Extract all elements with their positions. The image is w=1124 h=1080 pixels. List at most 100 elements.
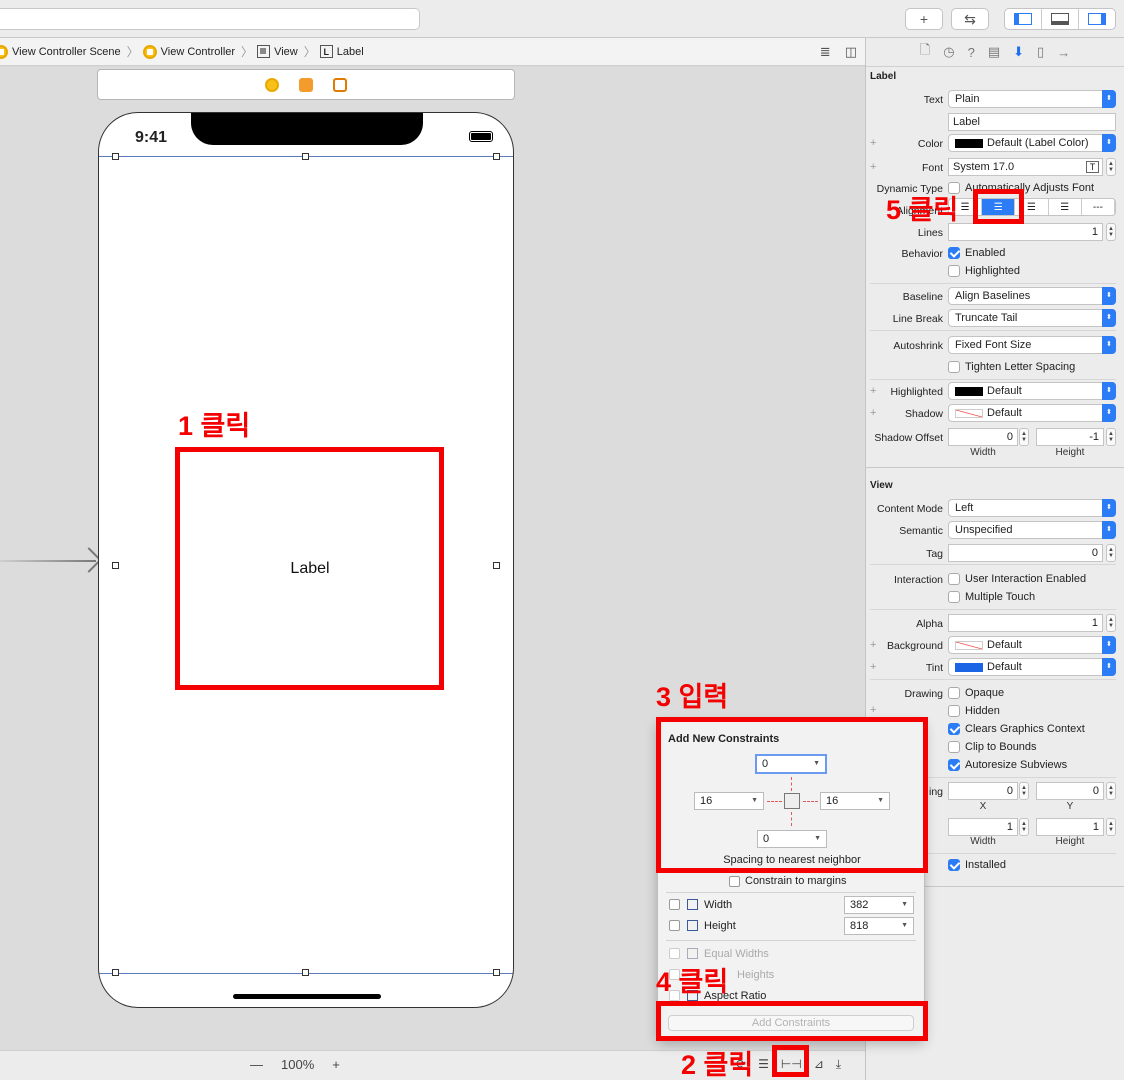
navigator-toggle-button[interactable]	[1005, 9, 1042, 29]
equal-widths-checkbox[interactable]	[669, 948, 680, 959]
entry-point-arrow[interactable]	[0, 560, 96, 562]
exit-icon[interactable]	[333, 77, 347, 92]
tag-stepper[interactable]: ▲ ▼	[1106, 544, 1116, 562]
resize-handle[interactable]	[112, 153, 119, 160]
resize-handle[interactable]	[493, 153, 500, 160]
resolve-issues-icon[interactable]: ⊿	[814, 1057, 824, 1072]
popup-value: Fixed Font Size	[955, 339, 1032, 351]
plus-icon[interactable]: +	[870, 704, 876, 716]
shadow-height-field[interactable]: -1	[1036, 428, 1104, 446]
multiple-touch-checkbox[interactable]	[948, 591, 960, 603]
font-label: Font	[921, 162, 943, 174]
shadow-height-stepper[interactable]: ▲ ▼	[1106, 428, 1116, 446]
align-justified-icon[interactable]: ☰	[1049, 199, 1082, 215]
font-picker-icon[interactable]: T	[1086, 161, 1099, 173]
resize-handle[interactable]	[112, 969, 119, 976]
alpha-field[interactable]: 1	[948, 614, 1103, 632]
stretch-height-stepper[interactable]: ▲ ▼	[1106, 818, 1116, 836]
breadcrumb-view-controller[interactable]: View Controller 〉	[142, 43, 253, 60]
font-value: System 17.0	[953, 161, 1015, 173]
alpha-stepper[interactable]: ▲ ▼	[1106, 614, 1116, 632]
text-type-popup[interactable]: Plain ⬍	[948, 90, 1116, 108]
autoshrink-popup[interactable]: Fixed Font Size ⬍	[948, 336, 1116, 354]
annotation-box-step5	[973, 189, 1024, 224]
stretch-x-stepper[interactable]: ▲ ▼	[1019, 782, 1029, 800]
inspector-toggle-button[interactable]	[1079, 9, 1115, 29]
enabled-checkbox[interactable]	[948, 247, 960, 259]
autoresize-checkbox[interactable]	[948, 759, 960, 771]
annotation-step5: 5 클릭	[886, 195, 959, 225]
color-swatch	[955, 386, 983, 396]
installed-label: Installed	[965, 859, 1006, 871]
shadow-width-stepper[interactable]: ▲ ▼	[1019, 428, 1029, 446]
line-break-label: Line Break	[892, 313, 943, 325]
resize-handle[interactable]	[493, 562, 500, 569]
stretch-width-stepper[interactable]: ▲ ▼	[1019, 818, 1029, 836]
hidden-checkbox[interactable]	[948, 705, 960, 717]
lines-stepper[interactable]: ▲ ▼	[1106, 223, 1116, 241]
line-break-popup[interactable]: Truncate Tail ⬍	[948, 309, 1116, 327]
breadcrumb-label: View Controller	[160, 45, 236, 58]
opaque-checkbox[interactable]	[948, 687, 960, 699]
debug-area-toggle-button[interactable]	[1042, 9, 1079, 29]
stretch-y-stepper[interactable]: ▲ ▼	[1106, 782, 1116, 800]
font-size-stepper[interactable]: ▲ ▼	[1106, 158, 1116, 176]
resize-handle[interactable]	[302, 153, 309, 160]
stretch-height-field[interactable]: 1	[1036, 818, 1104, 836]
library-add-button[interactable]: +	[905, 8, 943, 30]
breadcrumb-view[interactable]: View 〉	[257, 43, 316, 60]
align-natural-icon[interactable]: ---	[1082, 199, 1115, 215]
view-controller-icon[interactable]	[265, 77, 279, 92]
breadcrumb-scene[interactable]: View Controller Scene 〉	[0, 43, 139, 60]
installed-checkbox[interactable]	[948, 859, 960, 871]
highlighted-checkbox[interactable]	[948, 265, 960, 277]
tint-popup[interactable]: Default ⬍	[948, 658, 1116, 676]
breadcrumb-label-item[interactable]: L Label	[319, 45, 364, 58]
drawing-label: Drawing	[904, 688, 943, 700]
height-checkbox[interactable]	[669, 920, 680, 931]
baseline-popup[interactable]: Align Baselines ⬍	[948, 287, 1116, 305]
background-popup[interactable]: Default ⬍	[948, 636, 1116, 654]
width-value-field[interactable]: 382 ▼	[844, 896, 914, 914]
highlighted-color-label: Highlighted	[890, 386, 943, 398]
tighten-checkbox[interactable]	[948, 361, 960, 373]
field-value: 818	[850, 920, 869, 932]
shadow-width-field[interactable]: 0	[948, 428, 1018, 446]
annotation-step4: 4 클릭	[656, 967, 729, 997]
shadow-color-popup[interactable]: Default ⬍	[948, 404, 1116, 422]
code-review-button[interactable]: ⇆	[951, 8, 989, 30]
lines-icon[interactable]: ≣	[820, 44, 831, 60]
resize-handle[interactable]	[112, 562, 119, 569]
text-field[interactable]: Label	[948, 113, 1116, 131]
user-interaction-checkbox[interactable]	[948, 573, 960, 585]
semantic-popup[interactable]: Unspecified ⬍	[948, 521, 1116, 539]
width-checkbox[interactable]	[669, 899, 680, 910]
no-color-swatch	[955, 408, 983, 418]
split-editor-icon[interactable]: ◫	[845, 44, 857, 60]
constrain-margins-checkbox[interactable]	[729, 876, 740, 887]
clip-to-bounds-checkbox[interactable]	[948, 741, 960, 753]
stretch-x-field[interactable]: 0	[948, 782, 1018, 800]
resize-handle[interactable]	[493, 969, 500, 976]
height-value-field[interactable]: 818 ▼	[844, 917, 914, 935]
first-responder-icon[interactable]	[299, 77, 313, 92]
highlighted-color-popup[interactable]: Default ⬍	[948, 382, 1116, 400]
clip-to-bounds-label: Clip to Bounds	[965, 741, 1037, 753]
lines-field[interactable]: 1	[948, 223, 1103, 241]
align-icon[interactable]: ☰	[758, 1057, 769, 1072]
stretch-y-field[interactable]: 0	[1036, 782, 1104, 800]
font-field[interactable]: System 17.0 T	[948, 158, 1103, 176]
content-mode-popup[interactable]: Left ⬍	[948, 499, 1116, 517]
field-value: 382	[850, 899, 869, 911]
stretch-width-field[interactable]: 1	[948, 818, 1018, 836]
color-popup[interactable]: Default (Label Color) ⬍	[948, 134, 1116, 152]
zoom-out-button[interactable]: —	[250, 1057, 263, 1072]
resize-handle[interactable]	[302, 969, 309, 976]
zoom-in-button[interactable]: +	[332, 1057, 340, 1072]
baseline-label: Baseline	[902, 291, 943, 303]
tag-field[interactable]: 0	[948, 544, 1103, 562]
no-color-swatch	[955, 640, 983, 650]
embed-in-icon[interactable]: ⤓	[836, 1057, 841, 1072]
activity-field[interactable]	[0, 8, 420, 30]
clears-graphics-checkbox[interactable]	[948, 723, 960, 735]
